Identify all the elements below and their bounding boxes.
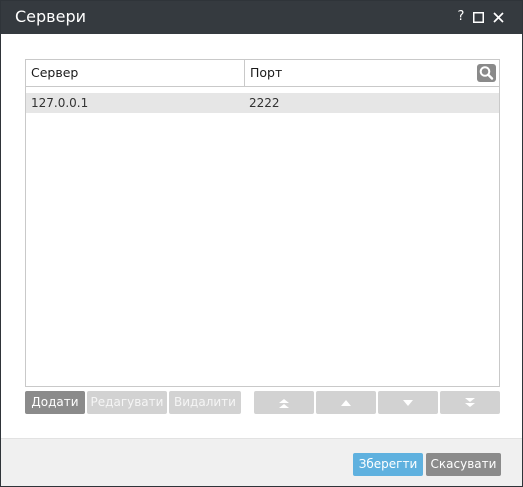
cell-server: 127.0.0.1	[31, 96, 89, 110]
cell-port: 2222	[249, 96, 280, 110]
search-icon[interactable]	[477, 64, 496, 82]
move-top-button[interactable]	[254, 391, 314, 414]
column-header-port[interactable]: Порт	[245, 60, 445, 86]
title-bar: Сервери ?	[1, 1, 522, 34]
table-header: Сервер Порт	[26, 60, 499, 87]
table-row[interactable]: 127.0.0.1 2222	[26, 93, 499, 113]
column-header-server[interactable]: Сервер	[26, 60, 245, 86]
save-button[interactable]: Зберегти	[353, 453, 423, 476]
add-button[interactable]: Додати	[25, 391, 85, 414]
dialog-footer: Зберегти Скасувати	[1, 438, 522, 486]
maximize-icon[interactable]	[471, 9, 485, 25]
servers-dialog: Сервери ? Сервер Порт 127.0.0.1 2222 Дод…	[0, 0, 523, 487]
double-chevron-up-icon	[279, 398, 289, 408]
dialog-title: Сервери	[15, 7, 86, 26]
cancel-button[interactable]: Скасувати	[426, 453, 501, 476]
triangle-down-icon	[403, 399, 413, 406]
move-bottom-button[interactable]	[440, 391, 500, 414]
close-icon[interactable]	[491, 9, 505, 25]
servers-table: Сервер Порт 127.0.0.1 2222	[25, 59, 500, 387]
edit-button[interactable]: Редагувати	[87, 391, 167, 414]
triangle-up-icon	[341, 399, 351, 406]
move-up-button[interactable]	[316, 391, 376, 414]
move-down-button[interactable]	[378, 391, 438, 414]
help-icon[interactable]: ?	[454, 9, 468, 25]
delete-button[interactable]: Видалити	[169, 391, 241, 414]
double-chevron-down-icon	[465, 397, 475, 407]
